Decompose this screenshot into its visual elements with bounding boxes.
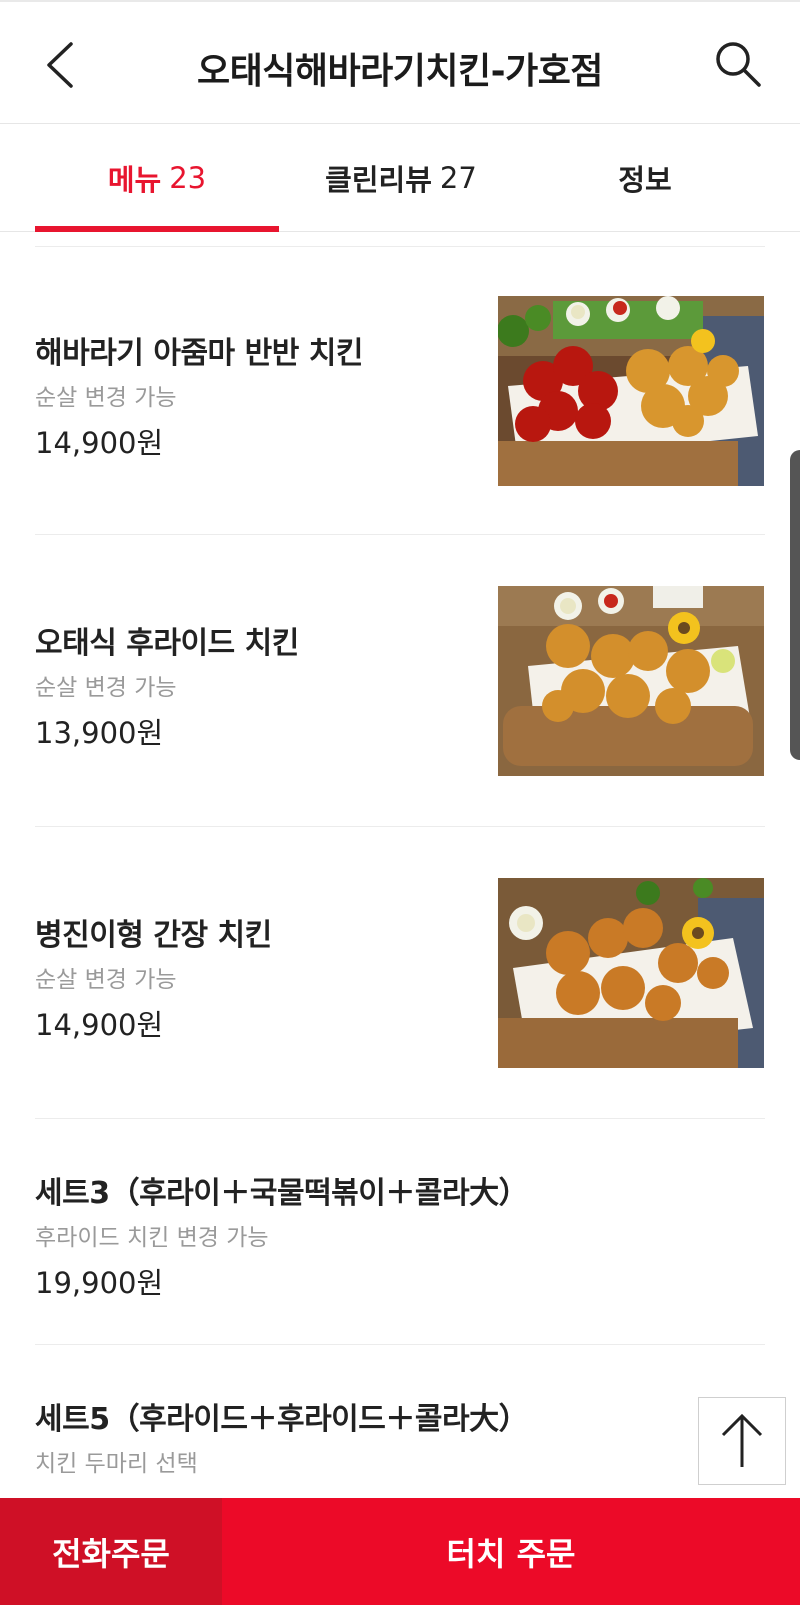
- menu-item-desc: 순살 변경 가능: [35, 385, 177, 411]
- back-button[interactable]: [30, 32, 90, 98]
- menu-item[interactable]: 세트5（후라이드＋후라이드＋콜라大） 치킨 두마리 선택: [35, 1386, 765, 1496]
- menu-item-price: 19,900원: [35, 1266, 164, 1300]
- menu-item-photo: [498, 878, 764, 1068]
- tab-info-label: 정보: [618, 163, 672, 197]
- menu-item-desc: 후라이드 치킨 변경 가능: [35, 1225, 269, 1251]
- back-arrow-icon: [47, 42, 73, 88]
- tab-menu-count: 23: [169, 161, 207, 195]
- store-title: 오태식해바라기치킨-가호점: [197, 51, 603, 92]
- divider: [35, 826, 765, 827]
- menu-item-desc: 치킨 두마리 선택: [35, 1451, 198, 1477]
- scroll-edge-handle[interactable]: [790, 450, 800, 760]
- tab-menu-label: 메뉴: [107, 163, 162, 197]
- menu-item-price: 14,900원: [35, 426, 164, 460]
- tab-clean-review[interactable]: 클린리뷰 27: [279, 124, 523, 232]
- touch-order-button[interactable]: 터치 주문: [222, 1498, 800, 1605]
- menu-item-photo: [498, 586, 764, 776]
- phone-order-button[interactable]: 전화주문: [0, 1498, 222, 1605]
- active-tab-indicator: [35, 226, 279, 232]
- menu-item-price: 13,900원: [35, 716, 164, 750]
- menu-item-photo: [498, 296, 764, 486]
- menu-item-name: 병진이형 간장 치킨: [35, 918, 272, 953]
- menu-item[interactable]: 세트3（후라이＋국물떡볶이＋콜라大） 후라이드 치킨 변경 가능 19,900원: [35, 1160, 765, 1300]
- menu-item-desc: 순살 변경 가능: [35, 967, 177, 993]
- tab-info[interactable]: 정보: [523, 124, 767, 232]
- menu-item[interactable]: 병진이형 간장 치킨 순살 변경 가능 14,900원: [35, 878, 765, 1068]
- search-button[interactable]: [706, 32, 770, 96]
- menu-item-name: 세트5（후라이드＋후라이드＋콜라大）: [35, 1402, 529, 1437]
- menu-item-name: 해바라기 아줌마 반반 치킨: [35, 336, 363, 371]
- menu-item-price: 14,900원: [35, 1008, 164, 1042]
- arrow-up-icon: [721, 1413, 763, 1467]
- menu-item-name: 세트3（후라이＋국물떡볶이＋콜라大）: [35, 1176, 529, 1211]
- search-icon: [716, 42, 761, 87]
- menu-item-name: 오태식 후라이드 치킨: [35, 626, 299, 661]
- tab-bar: 메뉴 23 클린리뷰 27 정보: [0, 124, 800, 232]
- divider: [35, 1344, 765, 1345]
- divider: [35, 534, 765, 535]
- divider: [35, 246, 765, 247]
- menu-item[interactable]: 해바라기 아줌마 반반 치킨 순살 변경 가능 14,900원: [35, 296, 765, 486]
- tab-review-count: 27: [439, 161, 477, 195]
- tab-menu[interactable]: 메뉴 23: [35, 124, 279, 232]
- tab-review-label: 클린리뷰: [325, 163, 432, 197]
- order-bar: 전화주문 터치 주문: [0, 1498, 800, 1605]
- scroll-to-top-button[interactable]: [698, 1397, 786, 1485]
- menu-item[interactable]: 오태식 후라이드 치킨 순살 변경 가능 13,900원: [35, 586, 765, 776]
- divider: [35, 1118, 765, 1119]
- menu-item-desc: 순살 변경 가능: [35, 675, 177, 701]
- app-header: 오태식해바라기치킨-가호점: [0, 0, 800, 124]
